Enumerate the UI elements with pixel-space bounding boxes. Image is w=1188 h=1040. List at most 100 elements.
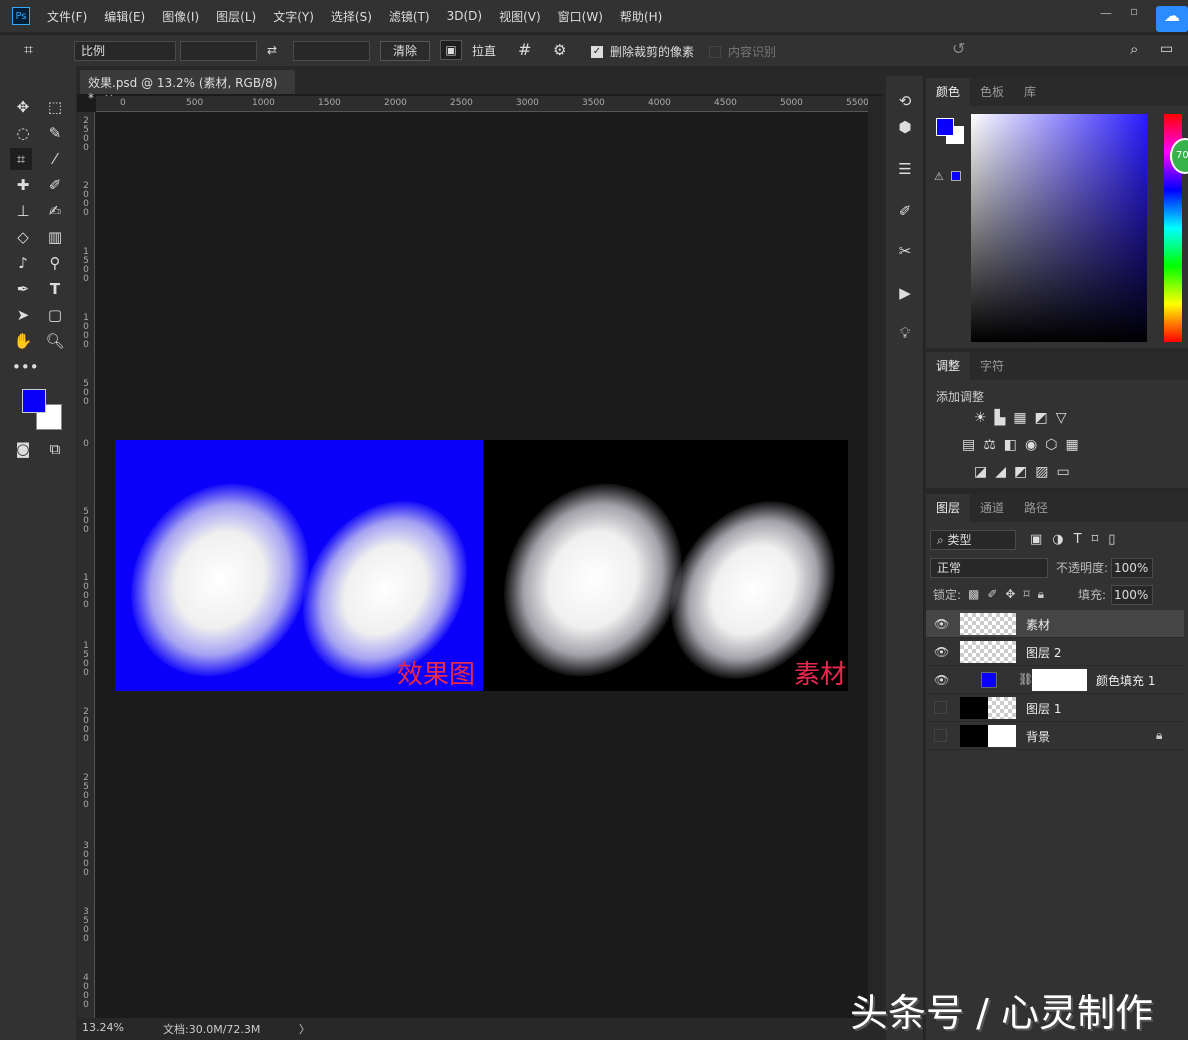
foreground-color-swatch[interactable]: [22, 389, 46, 413]
tab-channels[interactable]: 通道: [970, 494, 1014, 522]
ratio-height-input[interactable]: [293, 41, 370, 61]
search-icon[interactable]: ⌕: [1130, 39, 1138, 59]
eye-icon[interactable]: 👁︎: [934, 617, 949, 631]
lock-icons[interactable]: ▩✐✥⌑🔒︎: [968, 587, 1052, 602]
screen-mode-icon[interactable]: ⧉: [44, 438, 66, 460]
dodge-icon[interactable]: ⚲: [44, 252, 66, 274]
adjustment-icons-row2[interactable]: ▤⚖◧◉⬡▦: [962, 437, 1087, 453]
link-icon[interactable]: ⛓: [1018, 672, 1033, 686]
visibility-toggle[interactable]: [934, 701, 947, 714]
menu-edit[interactable]: 编辑(E): [104, 8, 145, 25]
shape-tool-icon[interactable]: ▢: [44, 304, 66, 326]
brush-settings-icon[interactable]: ✐: [894, 202, 916, 224]
healing-brush-icon[interactable]: ✚: [12, 174, 34, 196]
crop-tool-icon[interactable]: ⌗: [10, 148, 32, 170]
delete-cropped-checkbox[interactable]: ✓: [591, 46, 603, 58]
straighten-label[interactable]: 拉直: [472, 41, 496, 61]
straighten-icon[interactable]: ▣: [440, 40, 462, 60]
tab-swatches[interactable]: 色板: [970, 78, 1014, 106]
web-color-swatch[interactable]: [951, 171, 961, 181]
crop-tool-preset-icon[interactable]: ⌗: [24, 40, 33, 60]
lasso-tool-icon[interactable]: ◌: [12, 122, 34, 144]
layer-filter-icons[interactable]: ▣◑T⌑▯: [1030, 532, 1125, 547]
menu-select[interactable]: 选择(S): [331, 8, 372, 25]
path-select-icon[interactable]: ➤: [12, 304, 34, 326]
minimize-button[interactable]: —: [1100, 6, 1112, 20]
type-tool-icon[interactable]: T: [44, 278, 66, 300]
menu-help[interactable]: 帮助(H): [620, 8, 662, 25]
menu-type[interactable]: 文字(Y): [273, 8, 314, 25]
swap-icon[interactable]: ⇄: [267, 40, 277, 60]
layer-row[interactable]: 👁︎ 图层 2: [926, 638, 1184, 666]
move-tool-icon[interactable]: ✥: [12, 96, 34, 118]
status-arrow-icon[interactable]: 〉: [299, 1021, 310, 1037]
3d-icon[interactable]: ⬢: [894, 118, 916, 140]
color-field[interactable]: [971, 114, 1147, 342]
eraser-icon[interactable]: ◇: [12, 226, 34, 248]
document-tab[interactable]: 效果.psd @ 13.2% (素材, RGB/8) * ×: [80, 70, 295, 105]
adjustment-icons-row1[interactable]: ☀▙▦◩▽: [974, 410, 1075, 426]
vertical-scrollbar[interactable]: [868, 96, 883, 1018]
layer-row[interactable]: 👁︎ 素材: [926, 610, 1184, 638]
quick-select-icon[interactable]: ✎: [44, 122, 66, 144]
properties-icon[interactable]: ☰: [894, 160, 916, 182]
ratio-width-input[interactable]: [180, 41, 257, 61]
menu-filter[interactable]: 滤镜(T): [389, 8, 430, 25]
tab-color[interactable]: 颜色: [926, 78, 971, 106]
ratio-select[interactable]: 比例: [74, 41, 176, 61]
pen-icon[interactable]: ✒: [12, 278, 34, 300]
adjustment-icons-row3[interactable]: ◪◢◩▨▭: [974, 464, 1078, 480]
color-fg-swatch[interactable]: [936, 118, 954, 136]
reset-icon[interactable]: ↺: [952, 39, 965, 59]
tab-libraries[interactable]: 库: [1014, 78, 1046, 106]
hand-icon[interactable]: ✋: [12, 330, 34, 352]
content-aware-checkbox[interactable]: [709, 46, 721, 58]
blur-icon[interactable]: ♪: [12, 252, 34, 274]
marquee-tool-icon[interactable]: ⬚: [44, 96, 66, 118]
fill-color-thumb: [981, 672, 997, 688]
clear-button[interactable]: 清除: [380, 41, 430, 61]
tab-adjustments[interactable]: 调整: [926, 352, 971, 380]
maximize-button[interactable]: ▫: [1130, 4, 1138, 18]
tab-character[interactable]: 字符: [970, 352, 1014, 380]
layer-row[interactable]: 👁︎ ⛓ 颜色填充 1: [926, 666, 1184, 694]
history-icon[interactable]: ⟲: [894, 92, 916, 114]
menu-window[interactable]: 窗口(W): [558, 8, 603, 25]
ruler-label: 500: [83, 379, 89, 407]
layer-name: 图层 2: [1026, 646, 1062, 660]
menu-view[interactable]: 视图(V): [499, 8, 541, 25]
brush-icon[interactable]: ✐: [44, 174, 66, 196]
gear-icon[interactable]: ⚙: [553, 40, 566, 60]
layer-row[interactable]: 图层 1: [926, 694, 1184, 722]
layer-filter-select[interactable]: ⌕ 类型: [930, 530, 1016, 550]
opacity-input[interactable]: 100%: [1111, 558, 1153, 578]
adjustments-panel: 调整 字符 添加调整 ☀▙▦◩▽ ▤⚖◧◉⬡▦ ◪◢◩▨▭: [926, 352, 1188, 488]
eye-icon[interactable]: 👁︎: [934, 673, 949, 687]
eyedropper-icon[interactable]: ⁄: [44, 148, 66, 170]
tool-presets-icon[interactable]: ✂: [894, 242, 916, 264]
stamp-icon[interactable]: ⊥: [12, 200, 34, 222]
actions-play-icon[interactable]: ▶: [894, 284, 916, 306]
menu-3d[interactable]: 3D(D): [447, 9, 482, 23]
blend-mode-select[interactable]: 正常: [930, 558, 1048, 578]
tab-paths[interactable]: 路径: [1014, 494, 1058, 522]
fill-input[interactable]: 100%: [1111, 585, 1153, 605]
cloud-icon[interactable]: ☁: [1156, 6, 1188, 32]
overlay-grid-icon[interactable]: #: [518, 40, 531, 60]
menu-file[interactable]: 文件(F): [47, 8, 87, 25]
visibility-toggle[interactable]: [934, 729, 947, 742]
eye-icon[interactable]: 👁︎: [934, 645, 949, 659]
menu-image[interactable]: 图像(I): [162, 8, 199, 25]
quick-mask-icon[interactable]: ◙: [12, 438, 34, 460]
more-tools-icon[interactable]: •••: [12, 356, 39, 378]
zoom-level[interactable]: 13.24%: [82, 1021, 124, 1034]
history-brush-icon[interactable]: ✍: [44, 200, 66, 222]
menu-layer[interactable]: 图层(L): [216, 8, 256, 25]
layer-row[interactable]: 背景 🔒︎: [926, 722, 1184, 750]
learn-icon[interactable]: 💡︎: [894, 324, 916, 346]
gradient-icon[interactable]: ▥: [44, 226, 66, 248]
tab-layers[interactable]: 图层: [926, 494, 971, 522]
workspace-icon[interactable]: ▭: [1160, 39, 1173, 59]
zoom-tool-icon[interactable]: 🔍︎: [44, 330, 66, 352]
gamut-warning-icon[interactable]: ⚠: [934, 170, 944, 183]
